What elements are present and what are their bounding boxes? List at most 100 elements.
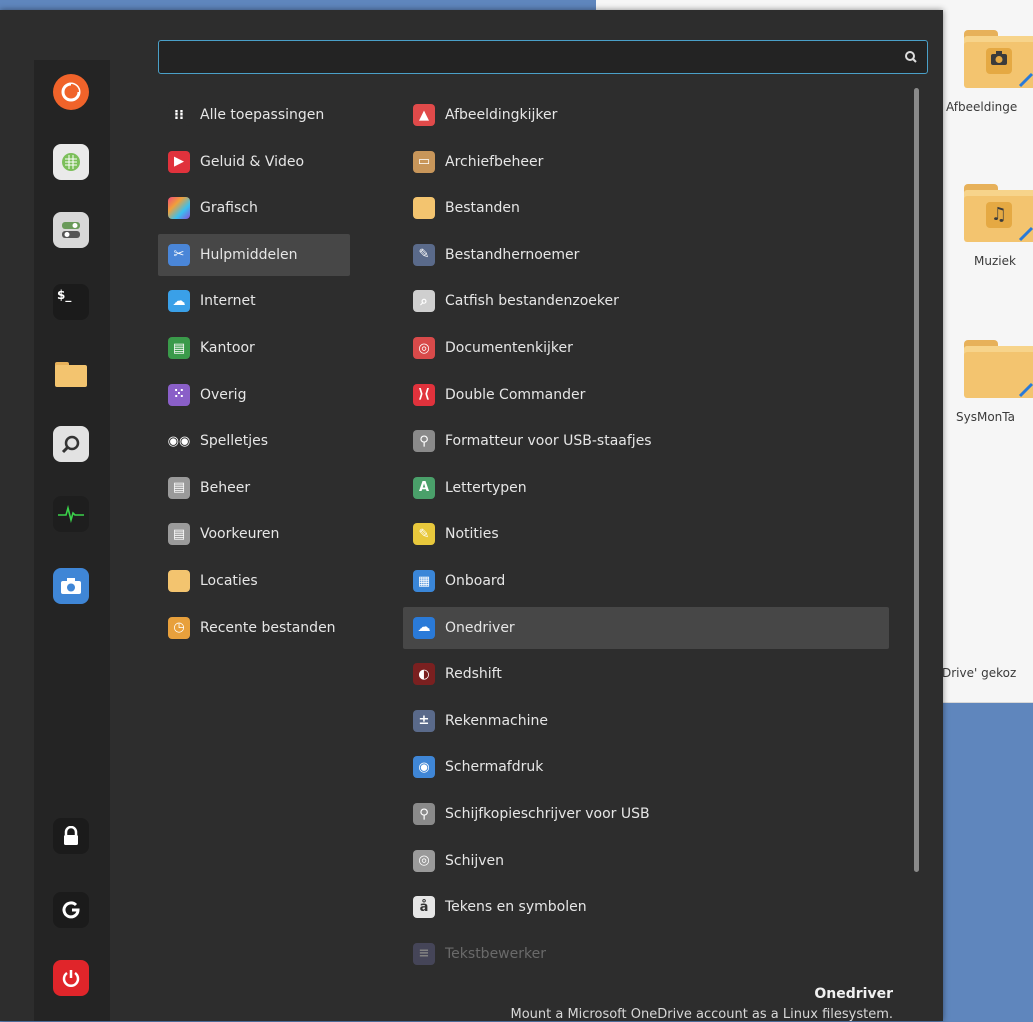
folder-icon <box>413 197 435 220</box>
app-description-text: Mount a Microsoft OneDrive account as a … <box>510 1007 893 1022</box>
search-tool-icon <box>53 426 89 462</box>
category-locaties[interactable]: Locaties <box>158 560 350 602</box>
favorite-terminal[interactable]: $_ <box>51 282 91 322</box>
category-geluid-video[interactable]: ▶ Geluid & Video <box>158 141 350 183</box>
category-label: Internet <box>200 293 256 310</box>
app-label: Bestandhernoemer <box>445 246 580 263</box>
logout-button[interactable] <box>51 890 91 930</box>
app-schijven[interactable]: ◎ Schijven <box>403 840 889 882</box>
app-onedriver[interactable]: ☁ Onedriver <box>403 606 889 649</box>
app-label: Bestanden <box>445 200 520 217</box>
search-bar[interactable] <box>158 40 928 74</box>
favorite-settings[interactable] <box>51 210 91 250</box>
favorite-spreadsheet[interactable] <box>51 142 91 182</box>
category-label: Spelletjes <box>200 433 269 450</box>
characters-icon: å <box>413 896 435 919</box>
calculator-icon: ± <box>413 709 435 732</box>
terminal-icon: $_ <box>53 284 89 320</box>
spreadsheet-icon <box>53 144 89 180</box>
category-label: Alle toepassingen <box>200 107 325 123</box>
accessories-icon: ✂ <box>168 243 190 266</box>
app-label: Schijfkopieschrijver voor USB <box>445 806 650 822</box>
scrollbar[interactable] <box>914 88 919 872</box>
app-bestandhernoemer[interactable]: ✎ Bestandhernoemer <box>403 234 889 276</box>
redshift-icon: ◐ <box>413 663 435 686</box>
category-hulpmiddelen[interactable]: ✂ Hulpmiddelen <box>158 233 350 276</box>
category-overig[interactable]: ⁙ Overig <box>158 374 350 416</box>
app-label: Schijven <box>445 852 505 869</box>
preferences-icon: ▤ <box>168 523 190 546</box>
folder-label: SysMonTa <box>956 410 1015 424</box>
lock-button[interactable] <box>51 816 91 856</box>
link-emblem-icon <box>1018 72 1033 88</box>
app-afbeeldingkijker[interactable]: ▲ Afbeeldingkijker <box>403 94 889 136</box>
category-beheer[interactable]: ▤ Beheer <box>158 467 350 509</box>
favorite-files[interactable] <box>51 354 91 394</box>
folder-item-sysmontask[interactable]: SysMonTa <box>956 336 1033 440</box>
folder-icon <box>53 356 89 392</box>
search-tool-icon: ⌕ <box>413 290 435 313</box>
folder-label: Afbeeldinge <box>946 100 1018 114</box>
app-bestanden[interactable]: Bestanden <box>403 187 889 229</box>
usb-icon: ⚲ <box>413 430 435 453</box>
folder-item-afbeeldingen[interactable]: Afbeeldinge <box>946 26 1033 130</box>
app-double-commander[interactable]: ⟩⟨ Double Commander <box>403 374 889 416</box>
app-lettertypen[interactable]: A Lettertypen <box>403 467 889 509</box>
office-icon: ▤ <box>168 337 190 359</box>
settings-icon <box>53 212 89 248</box>
app-onboard[interactable]: ▦ Onboard <box>403 560 889 602</box>
category-internet[interactable]: ☁ Internet <box>158 280 350 322</box>
app-tekens-en-symbolen[interactable]: å Tekens en symbolen <box>403 886 889 928</box>
app-schijfkopieschrijver-voor-usb[interactable]: ⚲ Schijfkopieschrijver voor USB <box>403 793 889 835</box>
app-label: Archiefbeheer <box>445 153 544 170</box>
category-label: Geluid & Video <box>200 153 305 170</box>
app-tekstbewerker[interactable]: ≡ Tekstbewerker <box>403 933 889 975</box>
camera-icon: ◉ <box>413 756 435 779</box>
graphics-icon <box>168 197 190 220</box>
app-formatteur-voor-usb-staafjes[interactable]: ⚲ Formatteur voor USB-staafjes <box>403 420 889 462</box>
search-icon <box>905 51 917 63</box>
app-rekenmachine[interactable]: ± Rekenmachine <box>403 700 889 742</box>
category-alle-toepassingen[interactable]: ⁝⁝ Alle toepassingen <box>158 94 350 136</box>
recent-icon: ◷ <box>168 616 190 639</box>
link-emblem-icon <box>1018 226 1033 242</box>
app-label: Double Commander <box>445 386 586 403</box>
keyboard-icon: ▦ <box>413 570 435 592</box>
app-label: Documentenkijker <box>445 340 573 356</box>
favorite-system-monitor[interactable] <box>51 494 91 534</box>
app-documentenkijker[interactable]: ◎ Documentenkijker <box>403 327 889 369</box>
image-viewer-icon: ▲ <box>413 104 435 126</box>
document-viewer-icon: ◎ <box>413 337 435 359</box>
other-icon: ⁙ <box>168 383 190 406</box>
folder-item-muziek[interactable]: ♫ Muziek <box>962 180 1033 284</box>
grid-icon: ⁝⁝ <box>168 104 190 126</box>
category-grafisch[interactable]: Grafisch <box>158 187 350 229</box>
app-catfish-bestandenzoeker[interactable]: ⌕ Catfish bestandenzoeker <box>403 280 889 322</box>
cloud-icon: ☁ <box>168 290 190 313</box>
category-kantoor[interactable]: ▤ Kantoor <box>158 327 350 369</box>
system-monitor-icon <box>53 496 89 532</box>
favorite-screenshot[interactable] <box>51 566 91 606</box>
search-input[interactable] <box>167 45 891 71</box>
category-label: Hulpmiddelen <box>200 246 298 263</box>
category-voorkeuren[interactable]: ▤ Voorkeuren <box>158 513 350 555</box>
shutdown-button[interactable] <box>51 958 91 998</box>
category-label: Voorkeuren <box>200 526 280 543</box>
app-archiefbeheer[interactable]: ▭ Archiefbeheer <box>403 141 889 183</box>
app-notities[interactable]: ✎ Notities <box>403 513 889 555</box>
link-emblem-icon <box>1018 382 1033 398</box>
category-label: Beheer <box>200 479 251 496</box>
favorite-firefox[interactable] <box>51 72 91 112</box>
app-description-title: Onedriver <box>814 986 893 1002</box>
app-label: Lettertypen <box>445 479 527 496</box>
favorite-catfish[interactable] <box>51 424 91 464</box>
category-label: Locaties <box>200 573 258 589</box>
app-label: Tekstbewerker <box>445 945 546 962</box>
camera-icon <box>986 48 1012 74</box>
app-redshift[interactable]: ◐ Redshift <box>403 653 889 695</box>
category-recente-bestanden[interactable]: ◷ Recente bestanden <box>158 607 350 649</box>
app-label: Redshift <box>445 666 502 683</box>
category-spelletjes[interactable]: ◉◉ Spelletjes <box>158 420 350 462</box>
status-bar-text: Drive' gekoz <box>942 666 1017 680</box>
app-schermafdruk[interactable]: ◉ Schermafdruk <box>403 746 889 788</box>
